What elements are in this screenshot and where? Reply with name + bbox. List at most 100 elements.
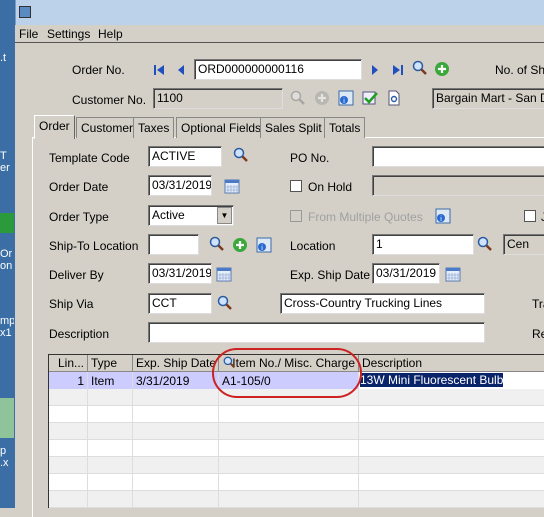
table-row[interactable]: [49, 423, 544, 440]
tab-taxes[interactable]: Taxes: [133, 117, 175, 138]
last-record-icon[interactable]: [390, 62, 406, 78]
cell-line[interactable]: [49, 406, 88, 423]
ship-via-input[interactable]: CCT: [148, 293, 212, 314]
previous-record-icon[interactable]: [173, 62, 189, 78]
location-description-input[interactable]: Cen: [503, 234, 544, 255]
cell-line[interactable]: [49, 440, 88, 457]
cell-type[interactable]: [88, 474, 133, 491]
ship-via-description-input[interactable]: Cross-Country Trucking Lines: [280, 293, 485, 314]
cell-line[interactable]: [49, 457, 88, 474]
description-input[interactable]: [148, 322, 485, 343]
table-row[interactable]: [49, 440, 544, 457]
cell-exp-ship-date[interactable]: [133, 389, 219, 406]
table-row[interactable]: [49, 491, 544, 508]
cell-exp-ship-date[interactable]: [133, 423, 219, 440]
info-icon[interactable]: i: [435, 208, 451, 224]
table-row[interactable]: [49, 406, 544, 423]
tab-order[interactable]: Order: [34, 115, 75, 139]
next-record-icon[interactable]: [367, 62, 383, 78]
cell-exp-ship-date[interactable]: [133, 406, 219, 423]
tracking-label: Tra: [532, 297, 544, 311]
cell-description[interactable]: 13W Mini Fluorescent Bulb: [359, 372, 544, 389]
order-date-input[interactable]: 03/31/2019: [148, 175, 212, 196]
calendar-icon[interactable]: [224, 178, 240, 194]
tab-customer[interactable]: Customer: [76, 117, 139, 138]
cell-type[interactable]: [88, 440, 133, 457]
cell-description[interactable]: [359, 474, 544, 491]
table-row[interactable]: [49, 457, 544, 474]
location-input[interactable]: 1: [372, 234, 474, 255]
cell-type[interactable]: [88, 491, 133, 508]
deliver-by-input[interactable]: 03/31/2019: [148, 263, 212, 284]
customer-no-input[interactable]: 1100: [153, 88, 283, 109]
tab-optional-fields[interactable]: Optional Fields: [176, 117, 267, 138]
search-icon[interactable]: [477, 236, 493, 252]
cell-line[interactable]: [49, 423, 88, 440]
cell-item-no[interactable]: [219, 406, 359, 423]
cell-item-no[interactable]: [219, 491, 359, 508]
menu-settings[interactable]: Settings: [47, 27, 90, 41]
add-icon[interactable]: [232, 237, 248, 253]
on-hold-checkbox[interactable]: [290, 180, 302, 192]
cell-description[interactable]: [359, 457, 544, 474]
cut-off-checkbox[interactable]: [524, 210, 536, 222]
cell-line[interactable]: [49, 491, 88, 508]
calendar-icon[interactable]: [445, 266, 461, 282]
order-no-input[interactable]: ORD000000000116: [194, 59, 362, 80]
search-icon[interactable]: [233, 147, 249, 163]
info-icon[interactable]: i: [256, 237, 272, 253]
cell-type[interactable]: [88, 457, 133, 474]
column-header-line[interactable]: Lin...: [49, 355, 88, 372]
column-header-description[interactable]: Description: [359, 355, 544, 372]
cell-description[interactable]: [359, 440, 544, 457]
desktop-strip: .t Ter Or on mp x1 p .x: [0, 0, 15, 508]
cell-line[interactable]: [49, 474, 88, 491]
menu-help[interactable]: Help: [98, 27, 123, 41]
search-icon: [290, 90, 305, 105]
search-icon[interactable]: [209, 236, 225, 252]
cell-exp-ship-date[interactable]: 3/31/2019: [133, 372, 219, 389]
chevron-down-icon[interactable]: ▼: [217, 207, 232, 224]
cell-description[interactable]: [359, 423, 544, 440]
customer-name-input[interactable]: Bargain Mart - San Dieg: [432, 88, 544, 109]
cell-exp-ship-date[interactable]: [133, 491, 219, 508]
first-record-icon[interactable]: [151, 62, 167, 78]
cell-type[interactable]: [88, 423, 133, 440]
cell-type[interactable]: [88, 389, 133, 406]
cell-exp-ship-date[interactable]: [133, 440, 219, 457]
order-type-select[interactable]: Active ▼: [148, 205, 234, 226]
info-icon[interactable]: i: [338, 90, 354, 106]
template-code-input[interactable]: ACTIVE: [148, 146, 222, 167]
cell-item-no[interactable]: [219, 423, 359, 440]
cell-description[interactable]: [359, 389, 544, 406]
cell-exp-ship-date[interactable]: [133, 457, 219, 474]
cell-item-no[interactable]: [219, 474, 359, 491]
exp-ship-date-input[interactable]: 03/31/2019: [372, 263, 440, 284]
calendar-icon[interactable]: [216, 266, 232, 282]
cell-description[interactable]: [359, 491, 544, 508]
cell-item-no[interactable]: [219, 440, 359, 457]
location-label: Location: [290, 239, 336, 253]
cell-line[interactable]: 1: [49, 372, 88, 389]
add-icon[interactable]: [434, 61, 450, 77]
menu-file[interactable]: File: [19, 27, 38, 41]
order-type-value: Active: [152, 208, 185, 222]
ship-to-location-input[interactable]: [148, 234, 199, 255]
tab-totals[interactable]: Totals: [324, 117, 366, 138]
check-icon[interactable]: [362, 90, 378, 106]
cell-line[interactable]: [49, 389, 88, 406]
tab-sales-split[interactable]: Sales Split: [260, 117, 327, 138]
table-row[interactable]: [49, 474, 544, 491]
cell-exp-ship-date[interactable]: [133, 474, 219, 491]
document-preview-icon[interactable]: [386, 90, 402, 106]
search-icon[interactable]: [412, 60, 428, 76]
cell-type[interactable]: [88, 406, 133, 423]
cell-description[interactable]: [359, 406, 544, 423]
deliver-by-label: Deliver By: [49, 268, 104, 282]
cell-item-no[interactable]: [219, 457, 359, 474]
column-header-exp-ship-date[interactable]: Exp. Ship Date: [133, 355, 219, 372]
column-header-type[interactable]: Type: [88, 355, 133, 372]
search-icon[interactable]: [217, 295, 233, 311]
po-no-input[interactable]: [372, 146, 544, 167]
cell-type[interactable]: Item: [88, 372, 133, 389]
